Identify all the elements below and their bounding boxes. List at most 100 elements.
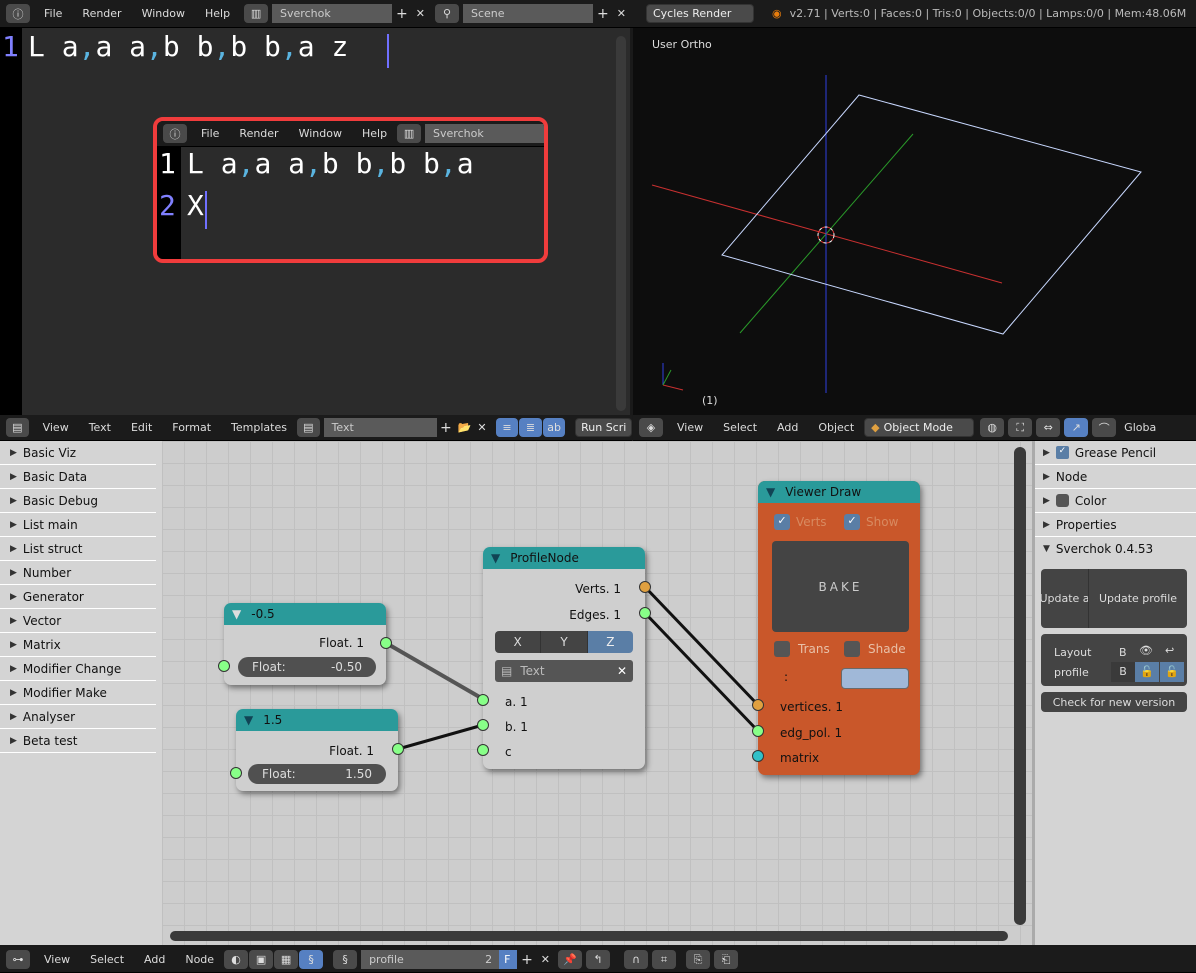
fake-user-toggle[interactable]: F xyxy=(499,950,518,969)
compositor-tree-icon[interactable]: ▣ xyxy=(249,950,274,969)
text-datablock-field[interactable]: ▤ Text ✕ xyxy=(495,660,633,682)
scene-icon[interactable]: ⚲ xyxy=(435,4,459,23)
menu-window[interactable]: Window xyxy=(132,7,195,20)
text-datablock-icon[interactable]: ▤ xyxy=(296,418,320,437)
profile-node[interactable]: ▼ ProfileNode Verts. 1 Edges. 1 X Y Z ▤ Te… xyxy=(477,547,651,769)
float-field[interactable]: Float: 1.50 xyxy=(248,764,386,784)
panel-color[interactable]: ▶ Color xyxy=(1035,489,1196,513)
remove-screen-button[interactable]: ✕ xyxy=(412,7,429,20)
unlink-tree-button[interactable]: ✕ xyxy=(537,953,554,966)
menu-view[interactable]: View xyxy=(34,953,80,966)
eye-icon[interactable]: 👁 xyxy=(1139,644,1153,657)
parent-tree-icon[interactable]: ↰ xyxy=(586,950,611,969)
toolshelf-category[interactable]: ▶ Analyser xyxy=(0,705,156,729)
edges-output-socket[interactable] xyxy=(639,607,651,619)
verts-output-socket[interactable] xyxy=(639,581,651,593)
panel-sverchok[interactable]: ▼ Sverchok 0.4.53 xyxy=(1035,537,1196,561)
bake-toggle[interactable]: B xyxy=(1119,646,1127,659)
shade-checkbox[interactable]: Shade xyxy=(844,641,906,657)
toolshelf-category[interactable]: ▶ Vector xyxy=(0,609,156,633)
sverchok-tree-icon[interactable]: § xyxy=(299,950,324,969)
toolshelf-category[interactable]: ▶ Basic Debug xyxy=(0,489,156,513)
toolshelf-category[interactable]: ▶ List main xyxy=(0,513,156,537)
screen-layout-icon[interactable]: ▥ xyxy=(244,4,269,23)
toolshelf-category[interactable]: ▶ Generator xyxy=(0,585,156,609)
collapse-icon[interactable]: ▼ xyxy=(232,607,241,621)
line-numbers-toggle[interactable]: ≡ xyxy=(495,418,519,437)
snap-element-icon[interactable]: ⌗ xyxy=(652,950,677,969)
node-tree-field[interactable]: profile xyxy=(361,950,482,969)
reload-icon[interactable]: ↩ xyxy=(1165,644,1174,657)
collapse-icon[interactable]: ▼ xyxy=(491,551,500,565)
menu-add[interactable]: Add xyxy=(134,953,175,966)
panel-node[interactable]: ▶ Node xyxy=(1035,465,1196,489)
checkbox-icon[interactable] xyxy=(1055,494,1069,507)
add-scene-button[interactable]: + xyxy=(593,6,613,22)
menu-node[interactable]: Node xyxy=(175,953,224,966)
screen-field[interactable]: Sverchok xyxy=(272,4,393,23)
axis-y-button[interactable]: Y xyxy=(541,631,588,653)
input-socket[interactable] xyxy=(477,694,489,706)
update-all-button[interactable]: Update a xyxy=(1041,569,1089,628)
bake-toggle[interactable]: B xyxy=(1111,662,1135,682)
text-editor[interactable]: 1 L a,a a,b b,b b,a z ⓘ File Render Wind… xyxy=(0,28,630,415)
new-tree-button[interactable]: + xyxy=(517,952,537,968)
word-wrap-toggle[interactable]: ≣ xyxy=(519,418,542,437)
menu-edit[interactable]: Edit xyxy=(121,421,162,434)
float-node[interactable]: ▼ 1.5 Float. 1 Float: 1.50 xyxy=(230,709,404,791)
float-field[interactable]: Float: -0.50 xyxy=(238,657,376,677)
editor-type-icon[interactable]: ▤ xyxy=(6,418,29,437)
axis-z-button[interactable]: Z xyxy=(587,631,633,653)
toolshelf-category[interactable]: ▶ Modifier Change xyxy=(0,657,156,681)
scene-field[interactable]: Scene xyxy=(463,4,593,23)
menu-format[interactable]: Format xyxy=(162,421,221,434)
pivot-icon[interactable]: ⛶ xyxy=(1008,418,1033,437)
render-engine-select[interactable]: Cycles Render xyxy=(645,4,754,23)
paste-icon[interactable]: ⎗ xyxy=(714,950,739,969)
texture-tree-icon[interactable]: ▦ xyxy=(274,950,299,969)
input-socket[interactable] xyxy=(477,719,489,731)
menu-select[interactable]: Select xyxy=(713,421,767,434)
menu-templates[interactable]: Templates xyxy=(221,421,297,434)
bake-button[interactable]: BAKE xyxy=(772,541,909,632)
toolshelf-category[interactable]: ▶ Basic Viz xyxy=(0,441,156,465)
node-canvas[interactable]: ▼ -0.5 Float. 1 Float: -0.50 ▼ 1.5 Float. 1… xyxy=(162,441,1032,945)
menu-view[interactable]: View xyxy=(33,421,79,434)
input-socket[interactable] xyxy=(477,744,489,756)
editor-type-icon[interactable]: ◈ xyxy=(639,418,663,437)
tree-browse-icon[interactable]: § xyxy=(333,950,358,969)
menu-help[interactable]: Help xyxy=(195,7,240,20)
toolshelf-category[interactable]: ▶ Number xyxy=(0,561,156,585)
new-text-button[interactable]: + xyxy=(437,420,455,436)
copy-icon[interactable]: ⎘ xyxy=(686,950,711,969)
input-socket[interactable] xyxy=(218,660,230,672)
editor-type-icon[interactable]: ⊶ xyxy=(6,950,30,969)
lock-icon[interactable]: 🔓 xyxy=(1135,662,1159,682)
snap-icon[interactable]: ∩ xyxy=(624,950,649,969)
vertical-scrollbar[interactable] xyxy=(1014,447,1026,925)
update-profile-button[interactable]: Update profile xyxy=(1089,569,1187,628)
open-text-icon[interactable]: 📂 xyxy=(455,421,475,434)
rotate-manipulator-icon[interactable]: ⌒ xyxy=(1092,418,1117,437)
menu-file[interactable]: File xyxy=(34,7,72,20)
menu-add[interactable]: Add xyxy=(767,421,808,434)
menu-text[interactable]: Text xyxy=(79,421,121,434)
menu-object[interactable]: Object xyxy=(808,421,864,434)
syntax-highlight-toggle[interactable]: ab xyxy=(542,418,566,437)
menu-view[interactable]: View xyxy=(667,421,713,434)
unlink-text-button[interactable]: ✕ xyxy=(474,421,489,434)
shader-tree-icon[interactable]: ◐ xyxy=(224,950,249,969)
viewer-draw-node[interactable]: ▼ Viewer Draw ✓ Verts ✓ Show BAKE Trans Sha… xyxy=(752,481,920,775)
pin-icon[interactable]: 📌 xyxy=(558,950,583,969)
translate-manipulator-icon[interactable]: ↗ xyxy=(1064,418,1089,437)
axis-x-button[interactable]: X xyxy=(495,631,542,653)
menu-render[interactable]: Render xyxy=(72,7,131,20)
text-scrollbar[interactable] xyxy=(616,36,626,411)
check-version-button[interactable]: Check for new version xyxy=(1041,692,1187,712)
toolshelf-category[interactable]: ▶ Matrix xyxy=(0,633,156,657)
run-script-button[interactable]: Run Scri xyxy=(575,418,633,437)
toolshelf-category[interactable]: ▶ List struct xyxy=(0,537,156,561)
show-checkbox[interactable]: ✓ Show xyxy=(844,514,898,530)
float-node[interactable]: ▼ -0.5 Float. 1 Float: -0.50 xyxy=(218,603,392,685)
code-line[interactable]: L a,a a,b b,b b,a z xyxy=(28,30,348,63)
